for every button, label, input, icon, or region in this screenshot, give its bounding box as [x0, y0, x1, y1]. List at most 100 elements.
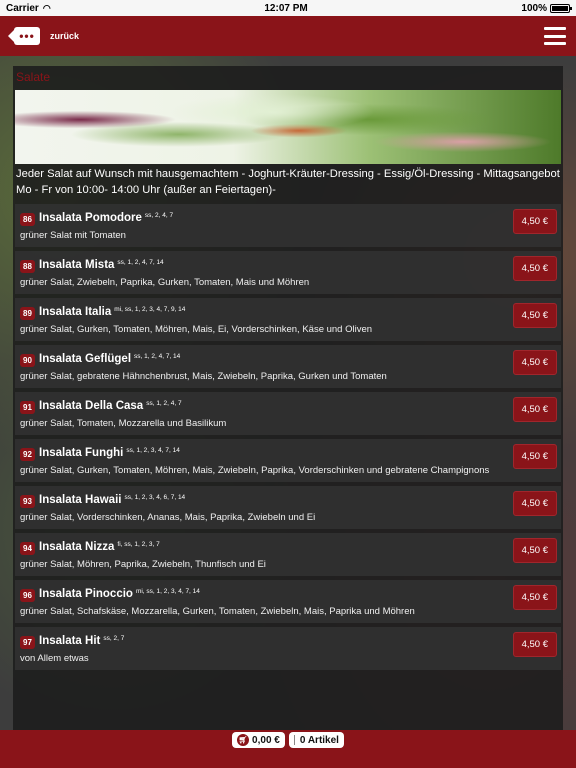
item-header: 93 Insalata Hawaii ss, 1, 2, 3, 4, 6, 7, 1… [20, 491, 501, 509]
item-description: grüner Salat, Möhren, Paprika, Zwiebeln,… [20, 559, 266, 570]
item-description: grüner Salat, Gurken, Tomaten, Möhren, M… [20, 324, 373, 335]
item-name: Insalata Italia mi, ss, 1, 2, 3, 4, 7, 9,… [39, 303, 185, 323]
item-description: grüner Salat, Zwiebeln, Paprika, Gurken,… [20, 277, 310, 288]
item-name-text: Insalata Italia [39, 306, 112, 318]
item-name: Insalata Hit ss, 2, 7 [39, 632, 124, 652]
item-name: Insalata Funghi ss, 1, 2, 3, 4, 7, 14 [39, 444, 180, 464]
status-bar: Carrier ◠ 12:07 PM 100% [0, 0, 576, 16]
item-number-badge: 89 [20, 307, 35, 320]
item-allergens: mi, ss, 1, 2, 3, 4, 7, 9, 14 [114, 306, 186, 313]
menu-item[interactable]: 91 Insalata Della Casa ss, 1, 2, 4, 7 grüne… [15, 392, 561, 435]
item-allergens: mi, ss, 1, 2, 3, 4, 7, 14 [135, 588, 200, 595]
wifi-icon: ◠ [42, 2, 51, 13]
item-allergens: fi, ss, 1, 2, 3, 7 [117, 541, 160, 548]
item-list: 86 Insalata Pomodore ss, 2, 4, 7 grüner Sal… [13, 204, 563, 670]
item-name: Insalata Pomodore ss, 2, 4, 7 [39, 209, 173, 229]
item-header: 97 Insalata Hit ss, 2, 7 [20, 632, 501, 650]
cart-count-button[interactable]: 0 Artikel [288, 732, 344, 748]
add-to-cart-price-button[interactable]: 4,50 € [512, 350, 557, 375]
item-description: grüner Salat, Gurken, Tomaten, Möhren, M… [20, 465, 490, 476]
item-name-text: Insalata Hawaii [39, 494, 122, 506]
cart-count: 0 Artikel [299, 734, 339, 746]
battery-icon [549, 3, 572, 13]
item-name: Insalata Della Casa ss, 1, 2, 4, 7 [39, 397, 182, 417]
menu-item[interactable]: 90 Insalata Geflügel ss, 1, 2, 4, 7, 14 grü… [15, 345, 561, 388]
menu-item[interactable]: 96 Insalata Pinoccio mi, ss, 1, 2, 3, 4, 7… [15, 580, 561, 623]
item-allergens: ss, 2, 7 [103, 635, 125, 642]
item-allergens: ss, 1, 2, 4, 7, 14 [117, 259, 164, 266]
item-allergens: ss, 1, 2, 3, 4, 7, 14 [126, 447, 180, 454]
section-title: Salate [16, 70, 51, 84]
item-name: Insalata Nizza fi, ss, 1, 2, 3, 7 [39, 538, 160, 558]
item-allergens: ss, 2, 4, 7 [144, 212, 174, 219]
item-number-badge: 88 [20, 260, 35, 273]
item-allergens: ss, 1, 2, 3, 4, 6, 7, 14 [124, 494, 186, 501]
item-header: 90 Insalata Geflügel ss, 1, 2, 4, 7, 14 [20, 350, 501, 368]
add-to-cart-price-button[interactable]: 4,50 € [512, 538, 557, 563]
back-arrow-icon[interactable]: ••• [8, 27, 40, 45]
item-name-text: Insalata Della Casa [39, 400, 144, 412]
item-name-text: Insalata Pomodore [39, 212, 142, 224]
cart-total-button[interactable]: 🛒︎ 0,00 € [232, 732, 285, 748]
item-header: 89 Insalata Italia mi, ss, 1, 2, 3, 4, 7, … [20, 303, 501, 321]
item-number-badge: 96 [20, 589, 35, 602]
add-to-cart-price-button[interactable]: 4,50 € [512, 632, 557, 657]
item-number-badge: 93 [20, 495, 35, 508]
section-intro: Jeder Salat auf Wunsch mit hausgemachtem… [16, 168, 560, 196]
item-header: 94 Insalata Nizza fi, ss, 1, 2, 3, 7 [20, 538, 501, 556]
add-to-cart-price-button[interactable]: 4,50 € [512, 209, 557, 234]
nav-bar: ••• zurück [0, 16, 576, 56]
menu-item[interactable]: 86 Insalata Pomodore ss, 2, 4, 7 grüner Sal… [15, 204, 561, 247]
item-header: 96 Insalata Pinoccio mi, ss, 1, 2, 3, 4, 7… [20, 585, 501, 603]
item-allergens: ss, 1, 2, 4, 7 [146, 400, 182, 407]
carrier-label: Carrier [6, 2, 39, 14]
status-time: 12:07 PM [264, 2, 308, 14]
add-to-cart-price-button[interactable]: 4,50 € [512, 585, 557, 610]
menu-item[interactable]: 88 Insalata Mista ss, 1, 2, 4, 7, 14 grüner… [15, 251, 561, 294]
item-name: Insalata Pinoccio mi, ss, 1, 2, 3, 4, 7, … [39, 585, 200, 605]
item-name-text: Insalata Nizza [39, 541, 115, 553]
menu-item[interactable]: 89 Insalata Italia mi, ss, 1, 2, 3, 4, 7, … [15, 298, 561, 341]
menu-item[interactable]: 92 Insalata Funghi ss, 1, 2, 3, 4, 7, 14 gr… [15, 439, 561, 482]
item-header: 92 Insalata Funghi ss, 1, 2, 3, 4, 7, 14 [20, 444, 501, 462]
cart-total: 0,00 € [252, 734, 280, 746]
salad-hero-image [15, 90, 561, 164]
item-name-text: Insalata Hit [39, 635, 101, 647]
menu-item[interactable]: 94 Insalata Nizza fi, ss, 1, 2, 3, 7 grüner… [15, 533, 561, 576]
battery-percent: 100% [521, 2, 547, 14]
back-label[interactable]: zurück [50, 31, 79, 41]
back-button[interactable]: ••• zurück [8, 27, 79, 45]
add-to-cart-price-button[interactable]: 4,50 € [512, 444, 557, 469]
add-to-cart-price-button[interactable]: 4,50 € [512, 303, 557, 328]
item-name-text: Insalata Funghi [39, 447, 124, 459]
menu-item[interactable]: 93 Insalata Hawaii ss, 1, 2, 3, 4, 6, 7, 1… [15, 486, 561, 529]
add-to-cart-price-button[interactable]: 4,50 € [512, 491, 557, 516]
add-to-cart-price-button[interactable]: 4,50 € [512, 256, 557, 281]
item-number-badge: 86 [20, 213, 35, 226]
item-number-badge: 91 [20, 401, 35, 414]
bottom-bar: 🛒︎ 0,00 € 0 Artikel [0, 730, 576, 768]
item-description: grüner Salat, Tomaten, Mozzarella und Ba… [20, 418, 227, 429]
item-name-text: Insalata Pinoccio [39, 588, 133, 600]
item-header: 86 Insalata Pomodore ss, 2, 4, 7 [20, 209, 501, 227]
item-description: von Allem etwas [20, 653, 89, 664]
menu-panel: Salate Jeder Salat auf Wunsch mit hausge… [13, 66, 563, 730]
item-header: 91 Insalata Della Casa ss, 1, 2, 4, 7 [20, 397, 501, 415]
item-header: 88 Insalata Mista ss, 1, 2, 4, 7, 14 [20, 256, 501, 274]
item-name: Insalata Mista ss, 1, 2, 4, 7, 14 [39, 256, 164, 276]
item-number-badge: 90 [20, 354, 35, 367]
menu-item[interactable]: 97 Insalata Hit ss, 2, 7 von Allem etwas 4,5… [15, 627, 561, 670]
item-name-text: Insalata Geflügel [39, 353, 132, 365]
item-description: grüner Salat, Vorderschinken, Ananas, Ma… [20, 512, 316, 523]
item-allergens: ss, 1, 2, 4, 7, 14 [134, 353, 181, 360]
item-description: grüner Salat mit Tomaten [20, 230, 126, 241]
cart-icon: 🛒︎ [237, 734, 250, 746]
item-number-badge: 97 [20, 636, 35, 649]
item-number-badge: 92 [20, 448, 35, 461]
item-description: grüner Salat, gebratene Hähnchenbrust, M… [20, 371, 387, 382]
item-name: Insalata Hawaii ss, 1, 2, 3, 4, 6, 7, 14 [39, 491, 185, 511]
item-name-text: Insalata Mista [39, 259, 115, 271]
add-to-cart-price-button[interactable]: 4,50 € [512, 397, 557, 422]
hamburger-menu-icon[interactable] [544, 27, 566, 45]
item-number-badge: 94 [20, 542, 35, 555]
